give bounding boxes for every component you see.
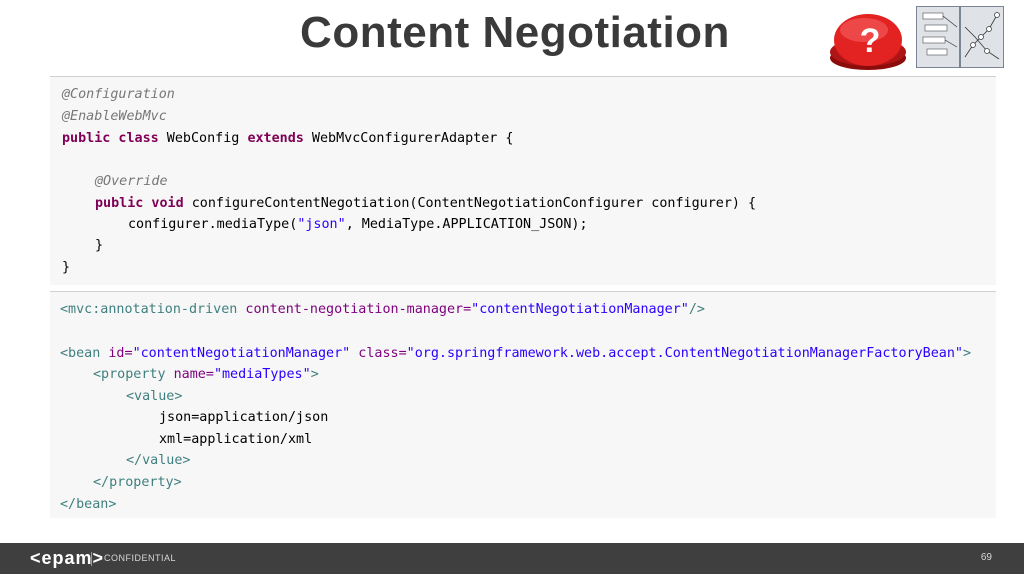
footer-bar: <epam> CONFIDENTIAL 69 xyxy=(0,543,1024,574)
code-line: configurer.mediaType("json", MediaType.A… xyxy=(128,217,588,232)
code-line: xml=application/xml xyxy=(159,432,313,447)
footer-divider xyxy=(91,552,92,566)
epam-logo: <epam> xyxy=(30,548,105,568)
network-diagram-icon xyxy=(960,6,1004,68)
code-line: @Override xyxy=(95,174,168,189)
code-line: </value> xyxy=(126,453,191,468)
diagram-thumbnail-icon xyxy=(916,6,960,68)
confidential-label: CONFIDENTIAL xyxy=(104,553,177,563)
question-mark: ? xyxy=(860,22,881,60)
code-line: </property> xyxy=(93,475,182,490)
code-line: @Configuration xyxy=(62,87,175,102)
code-line: public void configureContentNegotiation(… xyxy=(95,196,757,211)
code-line: public class WebConfig extends WebMvcCon… xyxy=(62,131,514,146)
code-line: } xyxy=(62,260,71,275)
code-line: } xyxy=(95,238,104,253)
code-line: <value> xyxy=(126,389,183,404)
code-line: </bean> xyxy=(60,497,117,512)
code-line: json=application/json xyxy=(159,410,329,425)
code-line: <bean id="contentNegotiationManager" cla… xyxy=(60,346,972,361)
code-line: <mvc:annotation-driven content-negotiati… xyxy=(60,302,705,317)
java-code-block: @Configuration @EnableWebMvc public clas… xyxy=(50,76,996,285)
question-button-icon: ? xyxy=(830,14,906,70)
xml-code-block: <mvc:annotation-driven content-negotiati… xyxy=(50,291,996,518)
page-number: 69 xyxy=(980,552,992,563)
code-line: @EnableWebMvc xyxy=(62,109,167,124)
code-line: <property name="mediaTypes"> xyxy=(93,367,319,382)
